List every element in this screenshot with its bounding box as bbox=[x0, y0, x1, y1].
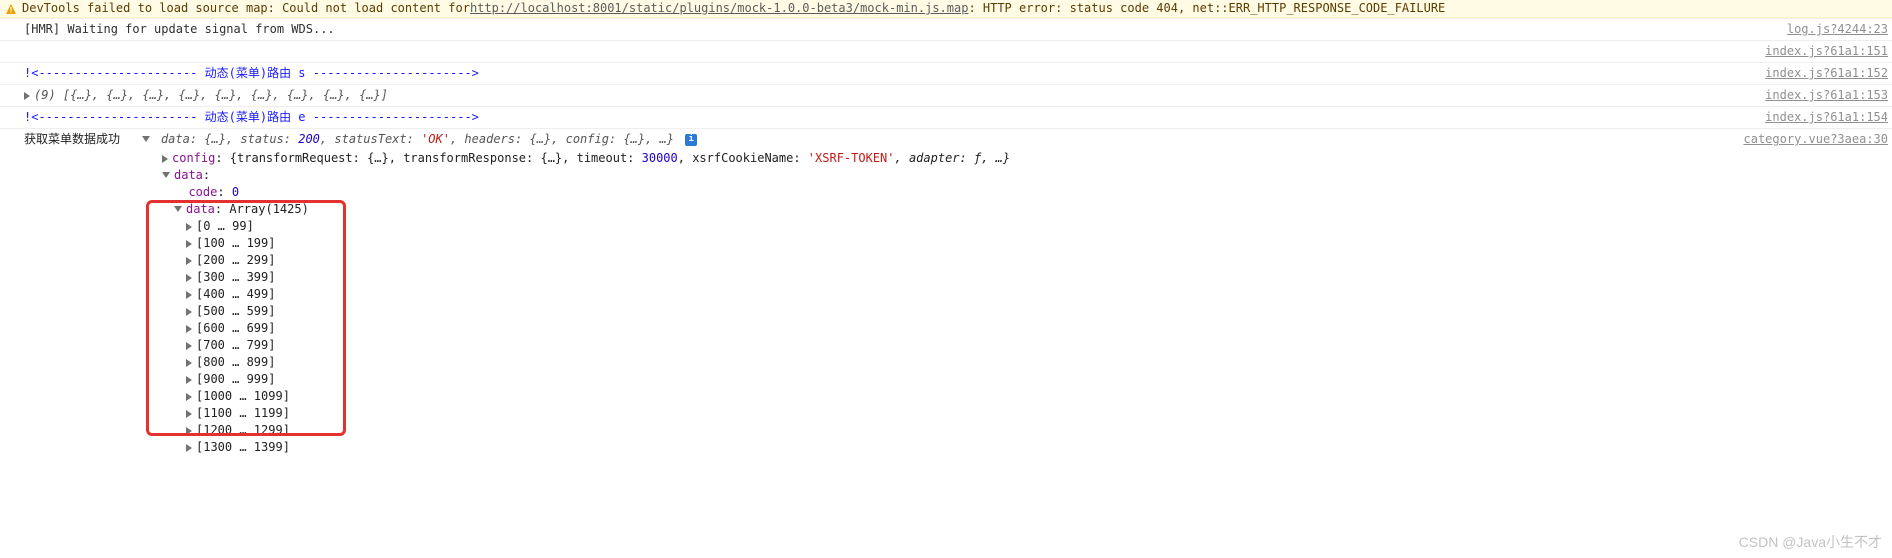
array-range[interactable]: [800 … 899] bbox=[150, 354, 1892, 371]
log-row-array: (9) [{…}, {…}, {…}, {…}, {…}, {…}, {…}, … bbox=[0, 84, 1892, 106]
expand-icon[interactable] bbox=[24, 92, 30, 100]
log-message: [HMR] Waiting for update signal from WDS… bbox=[24, 21, 1767, 38]
object-summary[interactable]: data: {…}, status: 200, statusText: 'OK'… bbox=[161, 132, 681, 146]
array-range[interactable]: [500 … 599] bbox=[150, 303, 1892, 320]
log-row-route-end: !<---------------------- 动态(菜单)路由 e ----… bbox=[0, 106, 1892, 128]
expand-icon[interactable] bbox=[186, 240, 192, 248]
prop-inner-data[interactable]: data: Array(1425) bbox=[150, 201, 1892, 218]
warning-url-link[interactable]: http://localhost:8001/static/plugins/moc… bbox=[470, 0, 969, 17]
prop-config[interactable]: config: {transformRequest: {…}, transfor… bbox=[150, 150, 1892, 167]
expand-icon[interactable] bbox=[186, 342, 192, 350]
object-expansion: config: {transformRequest: {…}, transfor… bbox=[0, 150, 1892, 456]
collapse-icon[interactable] bbox=[162, 172, 170, 178]
array-range[interactable]: [900 … 999] bbox=[150, 371, 1892, 388]
expand-icon[interactable] bbox=[162, 155, 168, 163]
sourcemap-warning: DevTools failed to load source map: Coul… bbox=[0, 0, 1892, 18]
array-range[interactable]: [300 … 399] bbox=[150, 269, 1892, 286]
expand-icon[interactable] bbox=[186, 308, 192, 316]
warning-text-suffix: : HTTP error: status code 404, net::ERR_… bbox=[968, 0, 1445, 17]
array-range[interactable]: [1300 … 1399] bbox=[150, 439, 1892, 456]
log-row-object: 获取菜单数据成功 data: {…}, status: 200, statusT… bbox=[0, 128, 1892, 150]
prop-data[interactable]: data: bbox=[150, 167, 1892, 184]
log-row-hmr: [HMR] Waiting for update signal from WDS… bbox=[0, 18, 1892, 40]
expand-icon[interactable] bbox=[186, 359, 192, 367]
source-link[interactable]: index.js?61a1:154 bbox=[1745, 109, 1888, 126]
array-range[interactable]: [200 … 299] bbox=[150, 252, 1892, 269]
expand-icon[interactable] bbox=[186, 291, 192, 299]
log-message[interactable]: (9) [{…}, {…}, {…}, {…}, {…}, {…}, {…}, … bbox=[24, 87, 1745, 104]
array-range[interactable]: [1100 … 1199] bbox=[150, 405, 1892, 422]
source-link[interactable]: index.js?61a1:153 bbox=[1745, 87, 1888, 104]
source-link[interactable]: index.js?61a1:151 bbox=[1745, 43, 1888, 60]
array-range[interactable]: [600 … 699] bbox=[150, 320, 1892, 337]
array-range[interactable]: [700 … 799] bbox=[150, 337, 1892, 354]
expand-icon[interactable] bbox=[186, 274, 192, 282]
log-object-line[interactable]: 获取菜单数据成功 data: {…}, status: 200, statusT… bbox=[24, 131, 1724, 148]
source-link[interactable]: log.js?4244:23 bbox=[1767, 21, 1888, 38]
expand-icon[interactable] bbox=[186, 325, 192, 333]
array-range[interactable]: [100 … 199] bbox=[150, 235, 1892, 252]
expand-icon[interactable] bbox=[186, 444, 192, 452]
warning-text-prefix: DevTools failed to load source map: Coul… bbox=[22, 0, 470, 17]
expand-icon[interactable] bbox=[186, 376, 192, 384]
collapse-icon[interactable] bbox=[174, 206, 182, 212]
info-icon[interactable]: i bbox=[685, 134, 697, 146]
log-row-route-start: !<---------------------- 动态(菜单)路由 s ----… bbox=[0, 62, 1892, 84]
source-link[interactable]: category.vue?3aea:30 bbox=[1724, 131, 1889, 148]
warning-icon bbox=[6, 4, 16, 14]
collapse-icon[interactable] bbox=[142, 136, 150, 142]
watermark: CSDN @Java小生不才 bbox=[1739, 532, 1882, 552]
array-range[interactable]: [400 … 499] bbox=[150, 286, 1892, 303]
log-message: !<---------------------- 动态(菜单)路由 s ----… bbox=[24, 65, 1745, 82]
array-range[interactable]: [1000 … 1099] bbox=[150, 388, 1892, 405]
array-range[interactable]: [0 … 99] bbox=[150, 218, 1892, 235]
expand-icon[interactable] bbox=[186, 427, 192, 435]
expand-icon[interactable] bbox=[186, 393, 192, 401]
array-range[interactable]: [1200 … 1299] bbox=[150, 422, 1892, 439]
log-label: 获取菜单数据成功 bbox=[24, 132, 120, 146]
log-message: !<---------------------- 动态(菜单)路由 e ----… bbox=[24, 109, 1745, 126]
source-link[interactable]: index.js?61a1:152 bbox=[1745, 65, 1888, 82]
expand-icon[interactable] bbox=[186, 410, 192, 418]
prop-code[interactable]: code: 0 bbox=[150, 184, 1892, 201]
log-row-blank: index.js?61a1:151 bbox=[0, 40, 1892, 62]
expand-icon[interactable] bbox=[186, 257, 192, 265]
expand-icon[interactable] bbox=[186, 223, 192, 231]
